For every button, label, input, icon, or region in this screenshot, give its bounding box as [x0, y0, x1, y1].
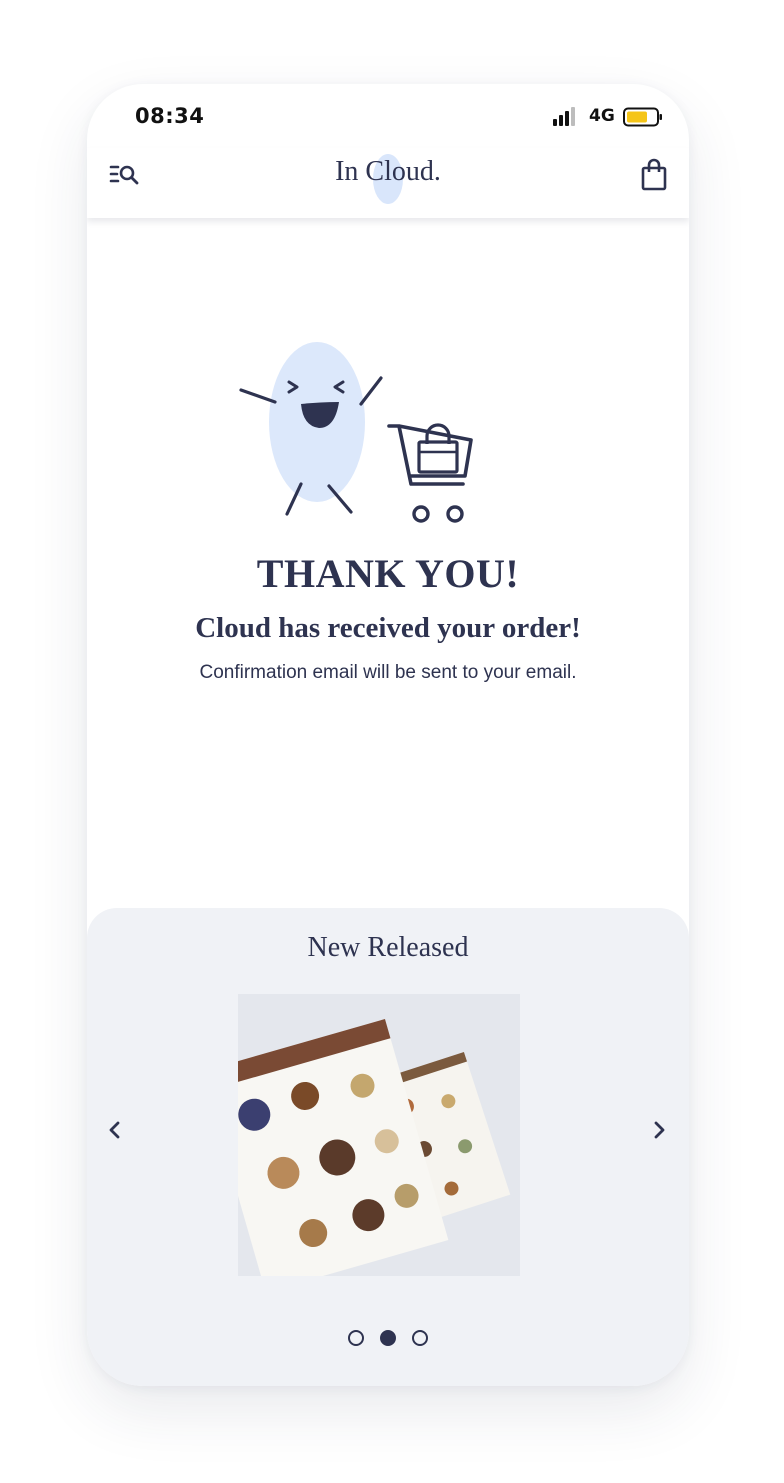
status-time: 08:34	[135, 104, 205, 128]
pagination-dot-1[interactable]	[348, 1330, 364, 1346]
section-title: New Released	[307, 932, 469, 963]
battery-icon	[623, 107, 662, 127]
happy-cloud-cart-illustration	[239, 342, 473, 523]
brand-logo-text: In Cloud.	[335, 156, 441, 187]
carousel-pagination	[87, 1330, 689, 1346]
order-received-subtitle: Cloud has received your order!	[195, 612, 581, 644]
status-bar: 08:34 4G	[87, 84, 689, 148]
thank-you-title: THANK YOU!	[256, 551, 520, 596]
chevron-left-icon[interactable]	[101, 1116, 129, 1144]
app-header: In Cloud.	[87, 148, 689, 218]
confirmation-email-note: Confirmation email will be sent to your …	[199, 662, 577, 683]
brand-logo[interactable]: In Cloud.	[335, 154, 441, 204]
phone-frame: 08:34 4G In Cloud. THANK YOU! Cloud has …	[87, 84, 689, 1386]
network-label: 4G	[589, 106, 615, 126]
shopping-bag-icon[interactable]	[639, 158, 669, 192]
signal-icon	[553, 107, 575, 126]
pagination-dot-2[interactable]	[380, 1330, 396, 1346]
pagination-dot-3[interactable]	[412, 1330, 428, 1346]
brand: In Cloud.	[87, 154, 689, 204]
chevron-right-icon[interactable]	[645, 1116, 673, 1144]
product-image[interactable]	[238, 994, 520, 1276]
new-released-section: New Released	[87, 908, 689, 1386]
